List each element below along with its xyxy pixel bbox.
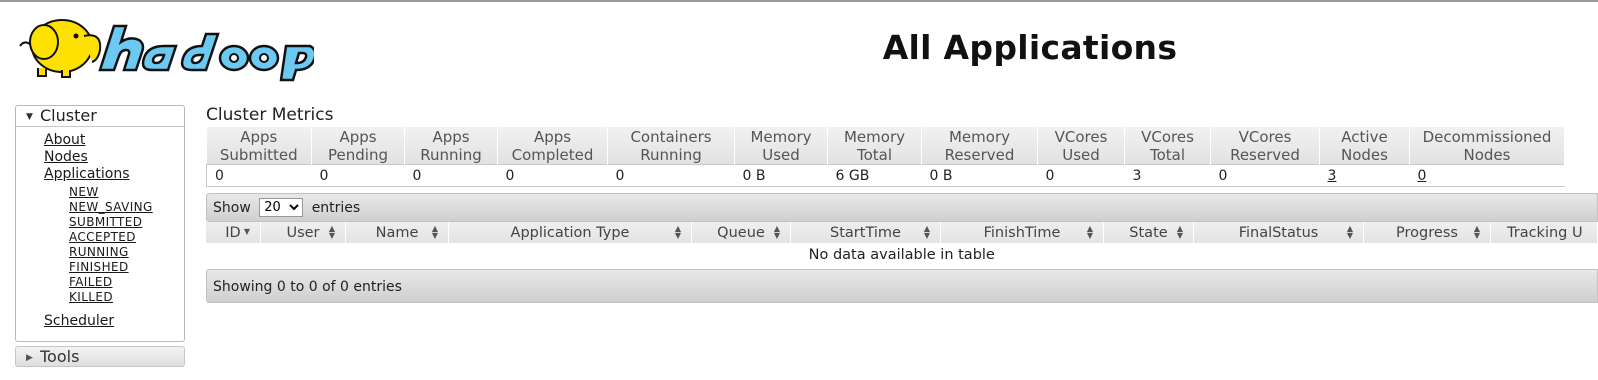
tools-label: Tools (40, 347, 80, 366)
cluster-section: ▼ Cluster About Nodes Applications NEW NE… (15, 105, 185, 342)
cluster-links: About Nodes Applications NEW NEW_SAVING … (16, 127, 184, 341)
caret-right-icon: ▶ (26, 353, 33, 363)
sort-icon: ▲ ▼ (1086, 224, 1093, 240)
metric-header: Apps Running (404, 127, 498, 165)
col-header-final-status[interactable]: FinalStatus ▲ ▼ (1193, 222, 1364, 243)
sort-desc-icon: ▼ (243, 227, 250, 236)
show-label: Show (213, 200, 251, 216)
page-size-select[interactable]: 20 (259, 198, 304, 217)
col-header-start-time[interactable]: StartTime ▲ ▼ (790, 222, 941, 243)
metric-header: Active Nodes (1319, 127, 1410, 165)
sort-icon: ▲ ▼ (773, 224, 780, 240)
decommissioned-nodes-link[interactable]: 0 (1418, 168, 1427, 184)
hadoop-elephant-logo-icon (19, 19, 317, 82)
hadoop-wordmark (98, 24, 317, 82)
apps-completed-value: 0 (497, 164, 608, 187)
memory-total-value: 6 GB (827, 164, 922, 187)
table-info-text: Showing 0 to 0 of 0 entries (213, 279, 402, 295)
nav-nodes-link[interactable]: Nodes (44, 149, 184, 166)
sidebar-nav: ▼ Cluster About Nodes Applications NEW NE… (15, 105, 185, 367)
applications-table: ID ▼ User ▲ ▼ Name ▲ ▼ Application Type ▲ ▼ Que… (206, 222, 1598, 267)
metric-header: Apps Completed (497, 127, 608, 165)
nav-state-running-link[interactable]: RUNNING (69, 245, 184, 260)
sort-icon: ▲ ▼ (431, 224, 438, 240)
col-header-id[interactable]: ID ▼ (206, 222, 261, 243)
apps-running-value: 0 (404, 164, 498, 187)
metric-header: VCores Reserved (1210, 127, 1320, 165)
col-header-tracking-ui[interactable]: Tracking U (1490, 222, 1598, 243)
sort-icon: ▲ ▼ (1346, 224, 1353, 240)
app-state-links: NEW NEW_SAVING SUBMITTED ACCEPTED RUNNIN… (44, 185, 184, 305)
metric-header: VCores Total (1124, 127, 1211, 165)
metric-header: Memory Reserved (921, 127, 1038, 165)
sort-icon: ▲ ▼ (674, 224, 681, 240)
metric-header: Containers Running (607, 127, 735, 165)
col-header-progress[interactable]: Progress ▲ ▼ (1363, 222, 1491, 243)
memory-used-value: 0 B (734, 164, 828, 187)
metrics-header-row: Apps Submitted Apps Pending Apps Running Ap… (206, 127, 1565, 165)
active-nodes-cell: 3 (1319, 164, 1410, 187)
cluster-section-header[interactable]: ▼ Cluster (16, 106, 184, 127)
metric-header: Memory Total (827, 127, 922, 165)
metrics-value-row: 0 0 0 0 0 0 B 6 GB 0 B 0 3 0 3 0 (206, 164, 1565, 187)
nav-about-link[interactable]: About (44, 132, 184, 149)
empty-table-row: No data available in table (206, 243, 1598, 267)
col-header-finish-time[interactable]: FinishTime ▲ ▼ (940, 222, 1104, 243)
nav-state-new-saving-link[interactable]: NEW_SAVING (69, 200, 184, 215)
col-header-user[interactable]: User ▲ ▼ (260, 222, 346, 243)
sort-icon: ▲ ▼ (328, 224, 335, 240)
table-length-bar: Show 20 entries (206, 193, 1598, 222)
caret-down-icon: ▼ (26, 112, 33, 122)
decommissioned-nodes-cell: 0 (1409, 164, 1565, 187)
nav-state-submitted-link[interactable]: SUBMITTED (69, 215, 184, 230)
nav-applications-link[interactable]: Applications (44, 166, 184, 183)
col-header-state[interactable]: State ▲ ▼ (1103, 222, 1194, 243)
nav-state-finished-link[interactable]: FINISHED (69, 260, 184, 275)
table-info-bar: Showing 0 to 0 of 0 entries (206, 269, 1598, 303)
metric-header: Apps Submitted (206, 127, 312, 165)
apps-header-row: ID ▼ User ▲ ▼ Name ▲ ▼ Application Type ▲ ▼ Que… (206, 222, 1598, 243)
vcores-reserved-value: 0 (1210, 164, 1320, 187)
col-header-name[interactable]: Name ▲ ▼ (345, 222, 449, 243)
metric-header: Memory Used (734, 127, 828, 165)
col-header-application-type[interactable]: Application Type ▲ ▼ (448, 222, 692, 243)
vcores-total-value: 3 (1124, 164, 1211, 187)
apps-pending-value: 0 (311, 164, 405, 187)
col-header-queue[interactable]: Queue ▲ ▼ (691, 222, 791, 243)
empty-table-message: No data available in table (808, 247, 995, 263)
apps-submitted-value: 0 (206, 164, 312, 187)
metric-header: Decommissioned Nodes (1409, 127, 1565, 165)
nav-state-killed-link[interactable]: KILLED (69, 290, 184, 305)
main-content: Cluster Metrics Apps Submitted Apps Pendin… (206, 104, 1598, 303)
metric-header: Apps Pending (311, 127, 405, 165)
entries-label: entries (311, 200, 361, 216)
sort-icon: ▲ ▼ (1176, 224, 1183, 240)
sort-icon: ▲ ▼ (1473, 224, 1480, 240)
metric-header: VCores Used (1037, 127, 1125, 165)
nav-state-failed-link[interactable]: FAILED (69, 275, 184, 290)
page-title: All Applications (882, 28, 1178, 67)
vcores-used-value: 0 (1037, 164, 1125, 187)
containers-running-value: 0 (607, 164, 735, 187)
memory-reserved-value: 0 B (921, 164, 1038, 187)
active-nodes-link[interactable]: 3 (1328, 168, 1337, 184)
nav-state-accepted-link[interactable]: ACCEPTED (69, 230, 184, 245)
nav-state-new-link[interactable]: NEW (69, 185, 184, 200)
nav-scheduler-link[interactable]: Scheduler (44, 313, 184, 330)
cluster-label: Cluster (40, 106, 97, 125)
tools-section-header[interactable]: ▶ Tools (15, 346, 185, 367)
cluster-metrics-caption: Cluster Metrics (206, 105, 334, 125)
sort-icon: ▲ ▼ (923, 224, 930, 240)
hadoop-logo[interactable] (14, 10, 317, 84)
cluster-metrics-table: Apps Submitted Apps Pending Apps Running Ap… (206, 127, 1565, 187)
